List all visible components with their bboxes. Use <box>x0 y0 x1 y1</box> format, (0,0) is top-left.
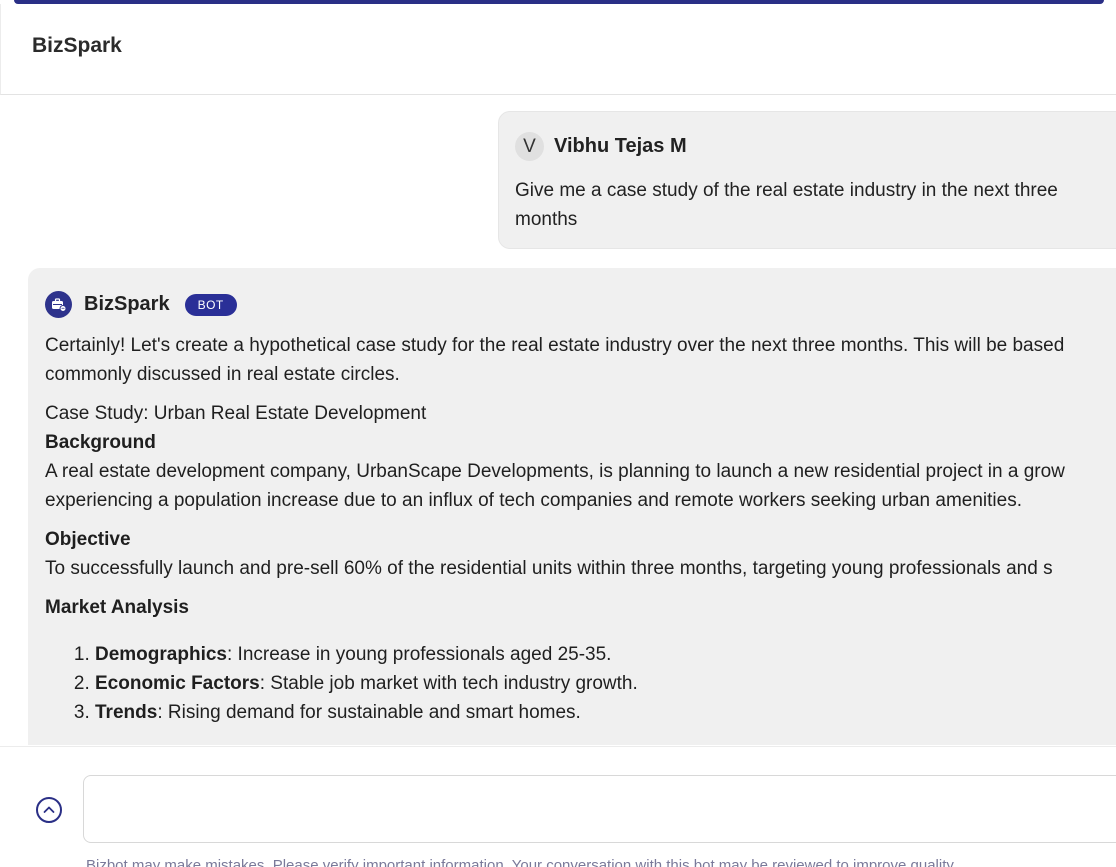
list-item-label: Demographics <box>95 644 227 665</box>
input-bar: Bizbot may make mistakes. Please verify … <box>0 746 1116 867</box>
bot-badge: BOT <box>184 293 237 316</box>
user-avatar: V <box>515 132 544 161</box>
market-analysis-heading: Market Analysis <box>45 597 189 618</box>
list-item-label: Trends <box>95 702 158 723</box>
background-line-2: experiencing a population increase due t… <box>45 490 1022 511</box>
list-item: Economic Factors: Stable job market with… <box>95 669 1116 698</box>
list-item-text: : Stable job market with tech industry g… <box>259 673 638 694</box>
user-name: Vibhu Tejas M <box>554 135 687 157</box>
app-header: BizSpark <box>0 4 1116 95</box>
briefcase-bot-icon <box>45 291 72 318</box>
bot-message-body: Certainly! Let's create a hypothetical c… <box>45 331 1116 727</box>
user-message-text: Give me a case study of the real estate … <box>515 180 1058 230</box>
background-line-1: A real estate development company, Urban… <box>45 461 1065 482</box>
user-message-header: V Vibhu Tejas M <box>515 132 687 161</box>
list-item: Trends: Rising demand for sustainable an… <box>95 698 1116 727</box>
list-item-text: : Increase in young professionals aged 2… <box>226 644 612 665</box>
disclaimer-text: Bizbot may make mistakes. Please verify … <box>86 857 957 867</box>
list-item-label: Economic Factors <box>95 673 260 694</box>
list-item: Demographics: Increase in young professi… <box>95 640 1116 669</box>
app-title: BizSpark <box>32 34 122 57</box>
message-input[interactable] <box>83 775 1116 843</box>
bot-name: BizSpark <box>84 293 170 315</box>
objective-heading: Objective <box>45 529 131 550</box>
chevron-up-circle-icon[interactable] <box>36 797 62 823</box>
bot-message-header: BizSpark BOT <box>45 291 237 318</box>
bot-intro-line-2: commonly discussed in real estate circle… <box>45 364 400 385</box>
case-study-title: Case Study: Urban Real Estate Developmen… <box>45 403 427 424</box>
chat-area[interactable]: V Vibhu Tejas M Give me a case study of … <box>0 95 1116 745</box>
market-analysis-list: Demographics: Increase in young professi… <box>45 640 1116 727</box>
user-message: V Vibhu Tejas M Give me a case study of … <box>498 111 1116 249</box>
background-heading: Background <box>45 432 156 453</box>
list-item-text: : Rising demand for sustainable and smar… <box>157 702 581 723</box>
bot-intro-line-1: Certainly! Let's create a hypothetical c… <box>45 335 1065 356</box>
bot-message: BizSpark BOT Certainly! Let's create a h… <box>28 268 1116 745</box>
objective-text: To successfully launch and pre-sell 60% … <box>45 558 1053 579</box>
